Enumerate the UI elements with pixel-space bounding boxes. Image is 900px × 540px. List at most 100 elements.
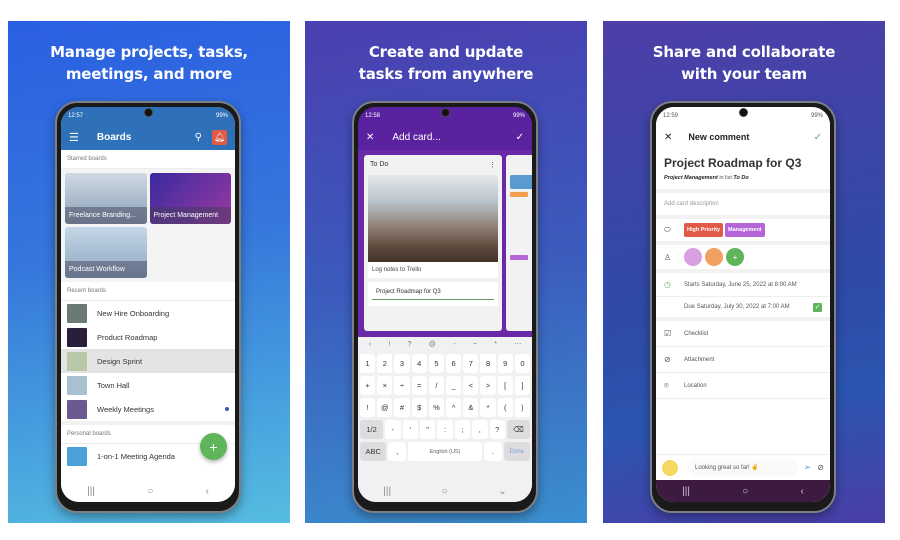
hamburger-icon[interactable]: ☰ [69, 131, 79, 144]
list-item[interactable]: Product Roadmap [61, 325, 235, 349]
board-thumbnail [67, 446, 87, 466]
suggestion-key[interactable]: ‹ [369, 341, 371, 348]
keyboard-key[interactable]: / [428, 376, 445, 395]
keyboard-key[interactable]: , [388, 442, 407, 461]
keyboard-key[interactable]: % [428, 398, 445, 417]
attachment-row[interactable]: ⊘ Attachment [656, 347, 830, 373]
list-item[interactable]: Town Hall [61, 373, 235, 397]
keyboard-key[interactable]: & [463, 398, 479, 417]
keyboard-key[interactable]: 1 [360, 354, 376, 373]
location-row[interactable]: ⌾ Location [656, 373, 830, 399]
keyboard-key[interactable]: ' [402, 420, 418, 439]
keyboard-key[interactable]: ! [360, 398, 376, 417]
close-icon[interactable]: ✕ [366, 132, 374, 143]
keyboard-key[interactable]: 4 [411, 354, 427, 373]
keyboard-key[interactable]: 9 [497, 354, 513, 373]
home-button[interactable]: ○ [742, 486, 748, 497]
keyboard-key[interactable]: 7 [463, 354, 479, 373]
keyboard-key[interactable]: " [419, 420, 436, 439]
recents-button[interactable]: ||| [383, 486, 391, 497]
suggestion-key[interactable]: * [494, 341, 497, 348]
keyboard-key[interactable]: ) [514, 398, 531, 417]
keyboard-key[interactable]: ] [514, 376, 531, 395]
keyboard-key[interactable]: ? [489, 420, 505, 439]
suggestion-key[interactable]: ! [388, 341, 390, 348]
keyboard-key[interactable]: ⌫ [506, 420, 531, 439]
keyboard-key[interactable]: @ [377, 398, 393, 417]
bell-icon[interactable]: 🔔︎ [212, 129, 227, 145]
due-date-row[interactable]: Due Saturday, July 30, 2022 at 7:00 AM ✓ [656, 297, 830, 321]
list-item[interactable]: Weekly Meetings [61, 397, 235, 421]
suggestion-key[interactable]: - [453, 341, 455, 348]
start-date-row[interactable]: ◷ Starts Saturday, June 25, 2022 at 8:00… [656, 273, 830, 297]
add-member-button[interactable]: + [726, 248, 744, 266]
keyboard-key[interactable]: ; [454, 420, 471, 439]
send-icon[interactable]: ➢ [804, 462, 812, 473]
suggestion-key[interactable]: ~ [473, 341, 477, 348]
back-button[interactable]: ‹ [801, 486, 804, 497]
list-item[interactable]: Design Sprint [61, 349, 235, 373]
recents-button[interactable]: ||| [682, 486, 690, 497]
keyboard-key[interactable]: English (US) [408, 442, 482, 461]
keyboard-key[interactable]: 1/2 [360, 420, 384, 439]
keyboard-key[interactable]: ÷ [394, 376, 410, 395]
home-button[interactable]: ○ [442, 486, 448, 497]
keyboard-key[interactable]: 8 [480, 354, 496, 373]
check-icon[interactable]: ✓ [516, 132, 524, 143]
label-chip[interactable]: Management [725, 223, 765, 237]
new-card-input[interactable]: Project Roadmap for Q3 [372, 282, 494, 300]
keyboard-key[interactable]: 3 [394, 354, 410, 373]
list-item[interactable]: New Hire Onboarding [61, 301, 235, 325]
avatar[interactable] [705, 248, 723, 266]
keyboard-key[interactable]: > [480, 376, 496, 395]
keyboard-key[interactable]: + [360, 376, 376, 395]
recents-button[interactable]: ||| [87, 486, 95, 497]
keyboard-key[interactable]: 0 [514, 354, 531, 373]
unread-dot [225, 407, 229, 411]
more-icon[interactable]: ⋮ [489, 161, 496, 169]
status-time: 12:58 [365, 112, 381, 119]
hide-keyboard-button[interactable]: ⌄ [498, 486, 506, 497]
keyboard-key[interactable]: * [480, 398, 496, 417]
due-complete-checkbox[interactable]: ✓ [813, 302, 822, 312]
suggestion-key[interactable]: ⋯ [514, 340, 521, 348]
board-tile[interactable]: Project Management [149, 173, 231, 224]
board-tile[interactable]: Podcast Workflow [65, 227, 147, 278]
description-field[interactable]: Add card description [656, 193, 830, 219]
keyboard-key[interactable]: [ [497, 376, 513, 395]
keyboard-key[interactable]: $ [411, 398, 427, 417]
board-tile[interactable]: Freelance Branding... [65, 173, 147, 224]
keyboard-key[interactable]: ^ [446, 398, 462, 417]
paperclip-icon[interactable]: ⊘ [817, 463, 824, 472]
home-button[interactable]: ○ [147, 486, 153, 497]
keyboard-key[interactable]: : [437, 420, 453, 439]
add-board-button[interactable]: + [200, 433, 227, 460]
board-name[interactable]: Project Management [664, 175, 718, 181]
close-icon[interactable]: ✕ [664, 132, 672, 143]
check-icon[interactable]: ✓ [814, 132, 822, 143]
card[interactable]: Log notes to Trello [368, 175, 498, 278]
suggestion-key[interactable]: @ [429, 341, 436, 348]
keyboard-key[interactable]: ( [497, 398, 513, 417]
comment-input[interactable]: Looking great so far! ✌ [687, 459, 798, 476]
keyboard-key[interactable]: . [483, 442, 502, 461]
keyboard-key[interactable]: # [394, 398, 410, 417]
suggestion-key[interactable]: ? [408, 341, 412, 348]
keyboard-key[interactable]: _ [446, 376, 462, 395]
checklist-row[interactable]: ☑ Checklist [656, 321, 830, 347]
keyboard-key[interactable]: ABC [360, 442, 387, 461]
back-button[interactable]: ‹ [206, 486, 209, 497]
keyboard-key[interactable]: 2 [377, 354, 393, 373]
keyboard-key[interactable]: < [463, 376, 479, 395]
keyboard-key[interactable]: × [377, 376, 393, 395]
keyboard-key[interactable]: - [385, 420, 401, 439]
keyboard-key[interactable]: = [411, 376, 427, 395]
keyboard-key[interactable]: Done [503, 442, 530, 461]
label-chip[interactable]: High Priority [684, 223, 724, 237]
keyboard-key[interactable]: 6 [446, 354, 462, 373]
keyboard-key[interactable]: , [472, 420, 488, 439]
search-icon[interactable]: ⚲ [195, 132, 202, 143]
avatar[interactable] [684, 248, 702, 266]
keyboard-key[interactable]: 5 [428, 354, 445, 373]
list-name[interactable]: To Do [733, 175, 748, 181]
